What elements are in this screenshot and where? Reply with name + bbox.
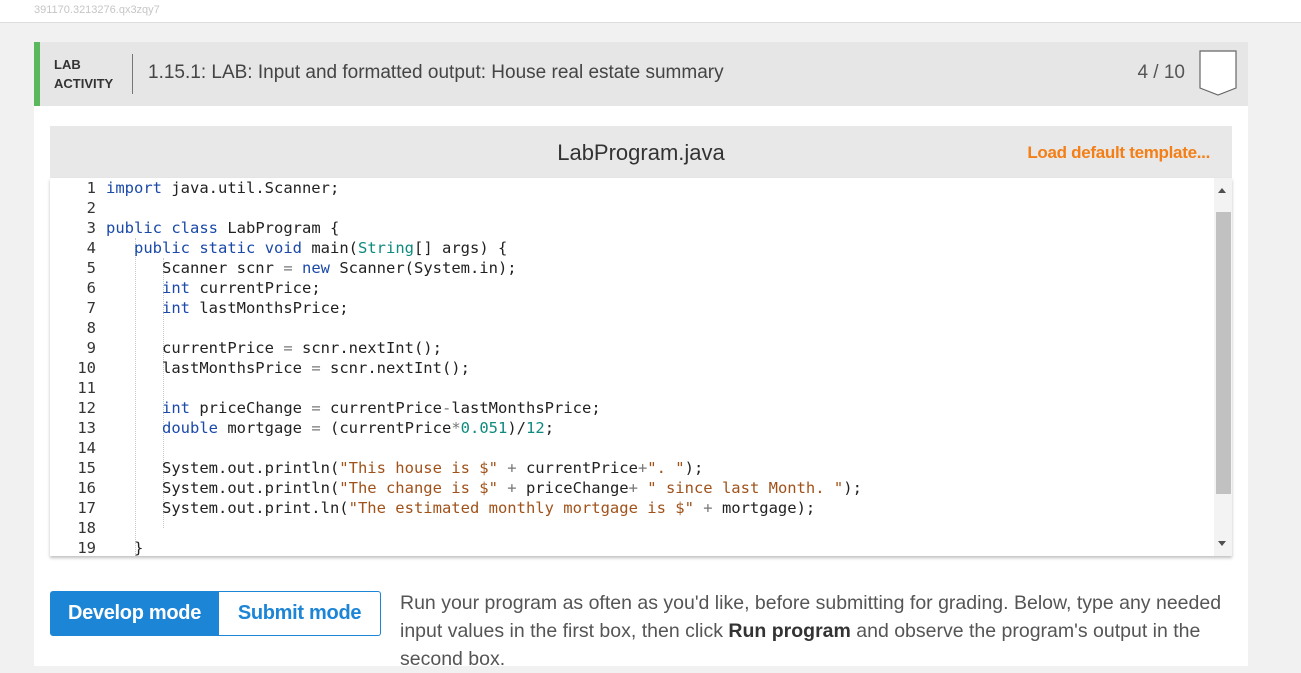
mode-toggle: Develop mode Submit mode <box>50 591 381 636</box>
code-line[interactable]: 2 <box>50 198 1210 218</box>
code-line[interactable]: 8 <box>50 318 1210 338</box>
line-code: currentPrice = scnr.nextInt(); <box>106 339 442 357</box>
scrollbar-thumb[interactable] <box>1216 212 1231 494</box>
code-line[interactable]: 3 public class LabProgram { <box>50 218 1210 238</box>
line-number: 5 <box>86 259 96 277</box>
line-code: double mortgage = (currentPrice*0.051)/1… <box>162 419 555 437</box>
lab-kind-line1: LAB <box>54 57 81 72</box>
line-number: 15 <box>77 459 96 477</box>
code-line[interactable]: 7 int lastMonthsPrice; <box>50 298 1210 318</box>
lab-score: 4 / 10 <box>1137 62 1185 83</box>
line-code: import java.util.Scanner; <box>106 179 340 197</box>
line-number: 4 <box>86 239 96 257</box>
code-line[interactable]: 19 } <box>50 538 1210 556</box>
line-number: 13 <box>77 419 96 437</box>
line-number: 10 <box>77 359 96 377</box>
line-number: 11 <box>77 379 96 397</box>
line-number: 16 <box>77 479 96 497</box>
submit-mode-button[interactable]: Submit mode <box>219 591 381 636</box>
code-line[interactable]: 17 System.out.print.ln("The estimated mo… <box>50 498 1210 518</box>
badge-shield-icon <box>1199 50 1237 96</box>
line-number: 17 <box>77 499 96 517</box>
line-code: System.out.println("The change is $" + p… <box>106 479 862 497</box>
line-code: int lastMonthsPrice; <box>162 299 349 317</box>
line-number: 8 <box>86 319 96 337</box>
scroll-down-arrow-icon[interactable] <box>1218 541 1226 546</box>
code-line[interactable]: 9 currentPrice = scnr.nextInt(); <box>50 338 1210 358</box>
line-code: int priceChange = currentPrice-lastMonth… <box>162 399 601 417</box>
line-number: 14 <box>77 439 96 457</box>
lab-header: LAB ACTIVITY 1.15.1: LAB: Input and form… <box>34 42 1248 106</box>
instructions-text: Run your program as often as you'd like,… <box>400 589 1240 673</box>
line-code: System.out.println("This house is $" + c… <box>106 459 704 477</box>
code-line[interactable]: 4 public static void main(String[] args)… <box>50 238 1210 258</box>
code-line[interactable]: 14 <box>50 438 1210 458</box>
load-default-template-link[interactable]: Load default template... <box>1027 143 1210 163</box>
line-number: 3 <box>86 219 96 237</box>
code-line[interactable]: 6 int currentPrice; <box>50 278 1210 298</box>
editor-header: LabProgram.java Load default template... <box>50 126 1232 182</box>
line-code: System.out.print.ln("The estimated month… <box>106 499 816 517</box>
code-line[interactable]: 15 System.out.println("This house is $" … <box>50 458 1210 478</box>
develop-mode-button[interactable]: Develop mode <box>50 591 219 636</box>
lab-kind-line2: ACTIVITY <box>54 76 114 91</box>
line-code: int currentPrice; <box>162 279 321 297</box>
lab-title: 1.15.1: LAB: Input and formatted output:… <box>148 62 724 83</box>
editor-scrollbar[interactable] <box>1214 178 1232 556</box>
code-editor[interactable]: 1 import java.util.Scanner; 2 3 public class… <box>50 178 1232 556</box>
lab-kind: LAB ACTIVITY <box>54 55 113 93</box>
line-code: } <box>106 539 144 556</box>
code-line[interactable]: 5 Scanner scnr = new Scanner(System.in); <box>50 258 1210 278</box>
line-number: 9 <box>86 339 96 357</box>
run-program-label: Run program <box>728 620 851 642</box>
lab-header-divider <box>132 54 133 94</box>
line-code: Scanner scnr = new Scanner(System.in); <box>106 259 517 277</box>
line-number: 2 <box>86 199 96 217</box>
line-number: 6 <box>86 279 96 297</box>
scroll-up-arrow-icon[interactable] <box>1218 188 1226 193</box>
top-bar: 391170.3213276.qx3zqy7 <box>0 0 1301 23</box>
session-id: 391170.3213276.qx3zqy7 <box>34 4 160 16</box>
line-code: lastMonthsPrice = scnr.nextInt(); <box>106 359 470 377</box>
code-line[interactable]: 16 System.out.println("The change is $" … <box>50 478 1210 498</box>
line-code: public static void main(String[] args) { <box>134 239 508 257</box>
line-code: public class LabProgram { <box>106 219 340 237</box>
code-line[interactable]: 13 double mortgage = (currentPrice*0.051… <box>50 418 1210 438</box>
code-line[interactable]: 18 <box>50 518 1210 538</box>
line-number: 12 <box>77 399 96 417</box>
code-line[interactable]: 1 import java.util.Scanner; <box>50 178 1210 198</box>
line-number: 7 <box>86 299 96 317</box>
line-number: 19 <box>77 539 96 556</box>
code-line[interactable]: 11 <box>50 378 1210 398</box>
line-number: 1 <box>86 179 96 197</box>
code-line[interactable]: 12 int priceChange = currentPrice-lastMo… <box>50 398 1210 418</box>
line-number: 18 <box>77 519 96 537</box>
code-line[interactable]: 10 lastMonthsPrice = scnr.nextInt(); <box>50 358 1210 378</box>
